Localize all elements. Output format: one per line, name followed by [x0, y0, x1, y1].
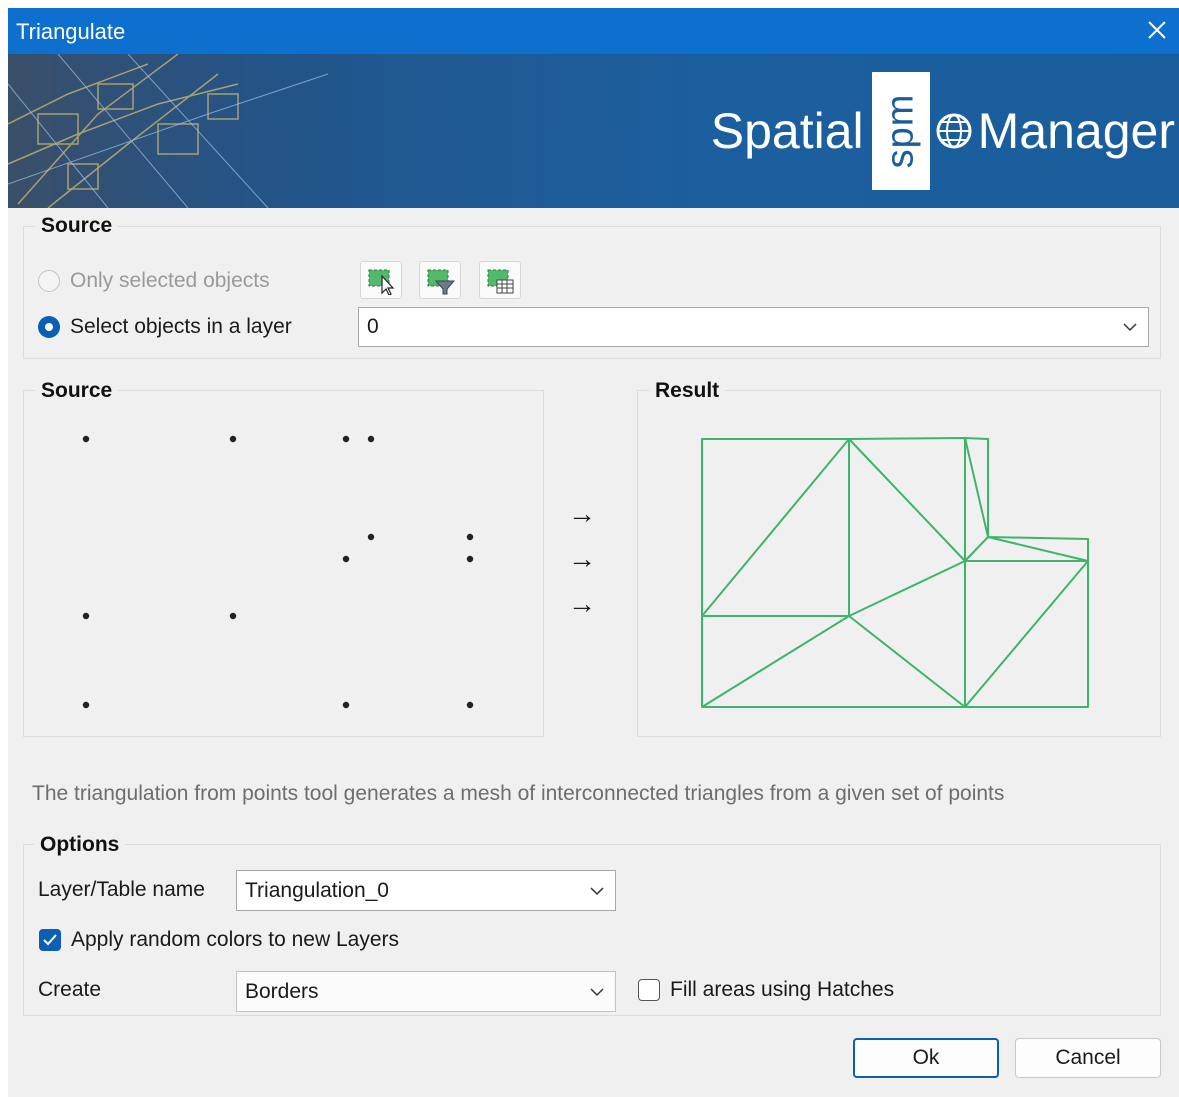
point — [466, 533, 474, 541]
banner: Spatial spm Manager — [8, 54, 1179, 208]
brand-manager: Manager — [977, 103, 1175, 159]
select-by-table-button[interactable] — [479, 261, 521, 299]
layer-table-name-label: Layer/Table name — [38, 878, 205, 901]
point — [367, 435, 375, 443]
layer-table-name-combobox[interactable]: Triangulation_0 — [236, 870, 616, 911]
ok-button[interactable]: Ok — [853, 1038, 999, 1078]
chevron-down-icon — [590, 886, 604, 895]
radio-circle — [38, 270, 60, 292]
radio-circle — [38, 316, 60, 338]
layer-table-name-value: Triangulation_0 — [245, 878, 389, 902]
point — [367, 533, 375, 541]
layer-combobox[interactable]: 0 — [358, 307, 1149, 347]
point — [82, 435, 90, 443]
cancel-button[interactable]: Cancel — [1015, 1038, 1161, 1078]
point — [342, 701, 350, 709]
table-select-icon — [487, 269, 514, 294]
arrow-1: → — [568, 498, 596, 529]
close-icon[interactable] — [1141, 14, 1173, 46]
fill-areas-hatches-label: Fill areas using Hatches — [670, 978, 895, 1001]
checkmark-icon — [43, 934, 57, 946]
select-objects-in-layer-radio[interactable]: Select objects in a layer — [38, 315, 292, 339]
checkbox-box — [39, 929, 61, 951]
create-combobox[interactable]: Borders — [236, 971, 616, 1012]
triangulate-dialog: Triangulate Spatial spm Manager Source O… — [8, 8, 1179, 1097]
create-label: Create — [38, 978, 102, 1001]
triangulation-mesh-diagram — [701, 437, 1089, 708]
point — [229, 612, 237, 620]
brand-spatial: Spatial — [710, 103, 864, 159]
arrow-2: → — [568, 543, 596, 574]
layer-combobox-value: 0 — [367, 315, 379, 338]
only-selected-objects-label: Only selected objects — [70, 269, 270, 292]
checkbox-box — [638, 979, 660, 1001]
select-pointer-icon — [368, 269, 395, 295]
city-map-image — [8, 54, 348, 208]
only-selected-objects-radio[interactable]: Only selected objects — [38, 269, 270, 293]
point — [466, 555, 474, 563]
arrow-3: → — [568, 588, 596, 619]
chevron-down-icon — [590, 987, 604, 996]
title-bar[interactable]: Triangulate — [8, 8, 1179, 54]
select-by-filter-button[interactable] — [419, 261, 461, 299]
fill-areas-hatches-checkbox[interactable]: Fill areas using Hatches — [638, 978, 894, 1002]
point — [466, 701, 474, 709]
source-points-diagram — [82, 435, 474, 709]
create-combobox-value: Borders — [245, 979, 319, 1003]
chevron-down-icon — [1123, 323, 1137, 332]
apply-random-colors-checkbox[interactable]: Apply random colors to new Layers — [39, 928, 399, 952]
point — [82, 701, 90, 709]
filter-select-icon — [427, 269, 456, 295]
spatial-manager-logo: Spatial spm Manager — [711, 54, 1175, 208]
apply-random-colors-label: Apply random colors to new Layers — [71, 928, 399, 951]
select-objects-button[interactable] — [360, 261, 402, 299]
spm-badge: spm — [871, 72, 930, 190]
select-objects-in-layer-label: Select objects in a layer — [70, 315, 292, 338]
point — [342, 555, 350, 563]
options-group-label: Options — [34, 833, 126, 857]
point — [229, 435, 237, 443]
source-group-label: Source — [35, 214, 119, 238]
point — [342, 435, 350, 443]
point — [82, 612, 90, 620]
globe-icon — [936, 113, 972, 149]
tool-description: The triangulation from points tool gener… — [32, 782, 1005, 805]
window-title: Triangulate — [16, 19, 126, 44]
